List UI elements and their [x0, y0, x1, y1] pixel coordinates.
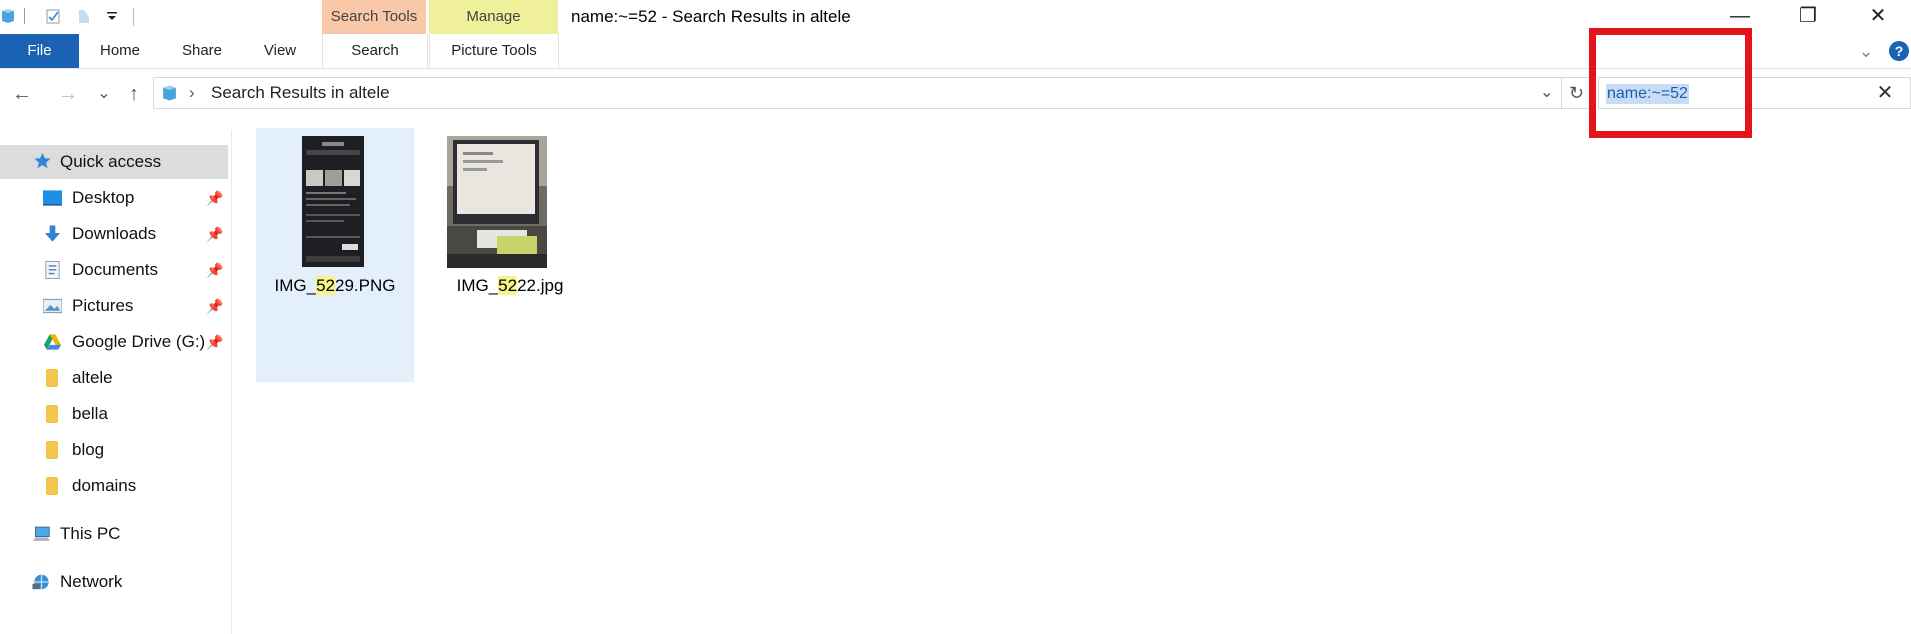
folder-icon — [46, 369, 58, 387]
window-title: name:~=52 - Search Results in altele — [571, 7, 851, 26]
forward-button[interactable]: → — [54, 80, 82, 108]
separator — [24, 8, 25, 24]
sidebar-item-label: Documents — [72, 260, 158, 279]
file-name-prefix: IMG_ — [456, 276, 499, 295]
sidebar-item-label: Downloads — [72, 224, 157, 243]
google-drive-icon — [43, 334, 62, 350]
customize-qat-icon[interactable] — [104, 8, 120, 24]
folder-icon — [46, 405, 58, 423]
sidebar-item-blog[interactable]: blog — [0, 433, 228, 467]
file-thumbnail — [302, 136, 364, 267]
breadcrumb[interactable]: Search Results in altele — [211, 83, 390, 103]
sidebar-item-documents[interactable]: Documents 📌 — [0, 253, 228, 287]
sidebar-item-domains[interactable]: domains — [0, 469, 228, 503]
sidebar-item-label: This PC — [60, 524, 121, 543]
sidebar-item-label: domains — [72, 476, 137, 495]
network-icon — [32, 574, 49, 590]
annotation-highlight-box — [1589, 28, 1752, 138]
file-item[interactable]: IMG_5222.jpg — [431, 128, 589, 382]
file-thumbnail — [447, 136, 547, 268]
sidebar-item-quick-access[interactable]: Quick access — [0, 145, 228, 179]
sidebar-item-pictures[interactable]: Pictures 📌 — [0, 289, 228, 323]
pin-icon: 📌 — [206, 334, 224, 350]
tab-picture-tools[interactable]: Picture Tools — [429, 34, 559, 68]
folder-icon — [46, 477, 58, 495]
tab-view[interactable]: View — [252, 34, 308, 68]
sidebar-item-label: Google Drive (G:) — [72, 332, 206, 351]
sidebar-item-label: Pictures — [72, 296, 134, 315]
navigation-pane: Quick access Desktop 📌 Downloads 📌 Docum… — [0, 130, 232, 634]
search-clear-button[interactable]: ✕ — [1872, 80, 1898, 106]
sidebar-item-label: Desktop — [72, 188, 135, 207]
tab-file[interactable]: File — [0, 34, 79, 68]
pictures-icon — [43, 298, 62, 314]
sidebar-item-downloads[interactable]: Downloads 📌 — [0, 217, 228, 251]
manage-context-tab: Manage — [429, 0, 558, 34]
restore-icon: ❐ — [1799, 5, 1817, 27]
address-dropdown-icon[interactable]: ⌄ — [1540, 82, 1553, 102]
pin-icon: 📌 — [206, 226, 224, 242]
computer-icon — [32, 526, 51, 541]
close-icon: ✕ — [1869, 5, 1887, 27]
sidebar-item-this-pc[interactable]: This PC — [0, 517, 228, 551]
file-item[interactable]: IMG_5229.PNG — [256, 128, 414, 382]
breadcrumb-separator-icon[interactable]: › — [189, 83, 195, 103]
refresh-icon: ↻ — [1568, 83, 1585, 103]
explorer-icon — [2, 9, 14, 23]
ribbon-collapse-button[interactable]: ⌄ — [1852, 34, 1880, 68]
close-icon: ✕ — [1876, 82, 1894, 104]
restore-button[interactable]: ❐ — [1773, 0, 1843, 32]
sidebar-item-bella[interactable]: bella — [0, 397, 228, 431]
up-button[interactable]: ↑ — [120, 80, 148, 108]
close-button[interactable]: ✕ — [1843, 0, 1911, 32]
folder-icon — [46, 441, 58, 459]
minimize-icon: — — [1730, 5, 1750, 27]
properties-icon[interactable] — [45, 8, 61, 24]
tab-search[interactable]: Search — [322, 34, 428, 68]
search-match-highlight: 52 — [316, 276, 335, 295]
sidebar-item-label: blog — [72, 440, 105, 459]
sidebar-item-google-drive[interactable]: Google Drive (G:) 📌 — [0, 325, 228, 359]
separator — [133, 8, 134, 26]
document-icon — [45, 261, 60, 279]
sidebar-item-desktop[interactable]: Desktop 📌 — [0, 181, 228, 215]
search-results-icon — [163, 85, 176, 101]
desktop-icon — [43, 190, 62, 206]
file-name-suffix: 22.jpg — [517, 276, 564, 295]
sidebar-item-label: Network — [60, 572, 123, 591]
sidebar-item-label: bella — [72, 404, 108, 423]
sidebar-item-altele[interactable]: altele — [0, 361, 228, 395]
help-icon: ? — [1894, 43, 1904, 59]
file-name: IMG_5229.PNG — [256, 276, 414, 296]
file-name: IMG_5222.jpg — [431, 276, 589, 296]
forward-arrow-icon: → — [58, 83, 78, 105]
sidebar-item-label: altele — [72, 368, 113, 387]
search-match-highlight: 52 — [498, 276, 518, 295]
sidebar-item-network[interactable]: Network — [0, 565, 228, 599]
new-folder-icon[interactable] — [76, 8, 92, 24]
recent-locations-button[interactable]: ⌄ — [90, 80, 118, 108]
back-arrow-icon: ← — [12, 83, 32, 105]
tab-home[interactable]: Home — [90, 34, 150, 68]
search-tools-context-tab: Search Tools — [322, 0, 426, 34]
tab-share[interactable]: Share — [172, 34, 232, 68]
pin-icon: 📌 — [206, 262, 224, 278]
up-arrow-icon: ↑ — [129, 83, 139, 105]
file-name-prefix: IMG_ — [274, 276, 317, 295]
chevron-down-icon: ⌄ — [1858, 41, 1874, 61]
pin-icon: 📌 — [206, 298, 224, 314]
star-icon — [34, 152, 51, 169]
back-button[interactable]: ← — [8, 80, 36, 108]
help-button[interactable]: ? — [1889, 41, 1909, 61]
sidebar-item-label: Quick access — [60, 152, 162, 171]
pin-icon: 📌 — [206, 190, 224, 206]
download-icon — [44, 225, 61, 242]
refresh-button[interactable]: ↻ — [1562, 77, 1592, 109]
chevron-down-icon: ⌄ — [97, 85, 111, 102]
file-name-suffix: 29.PNG — [335, 276, 396, 295]
